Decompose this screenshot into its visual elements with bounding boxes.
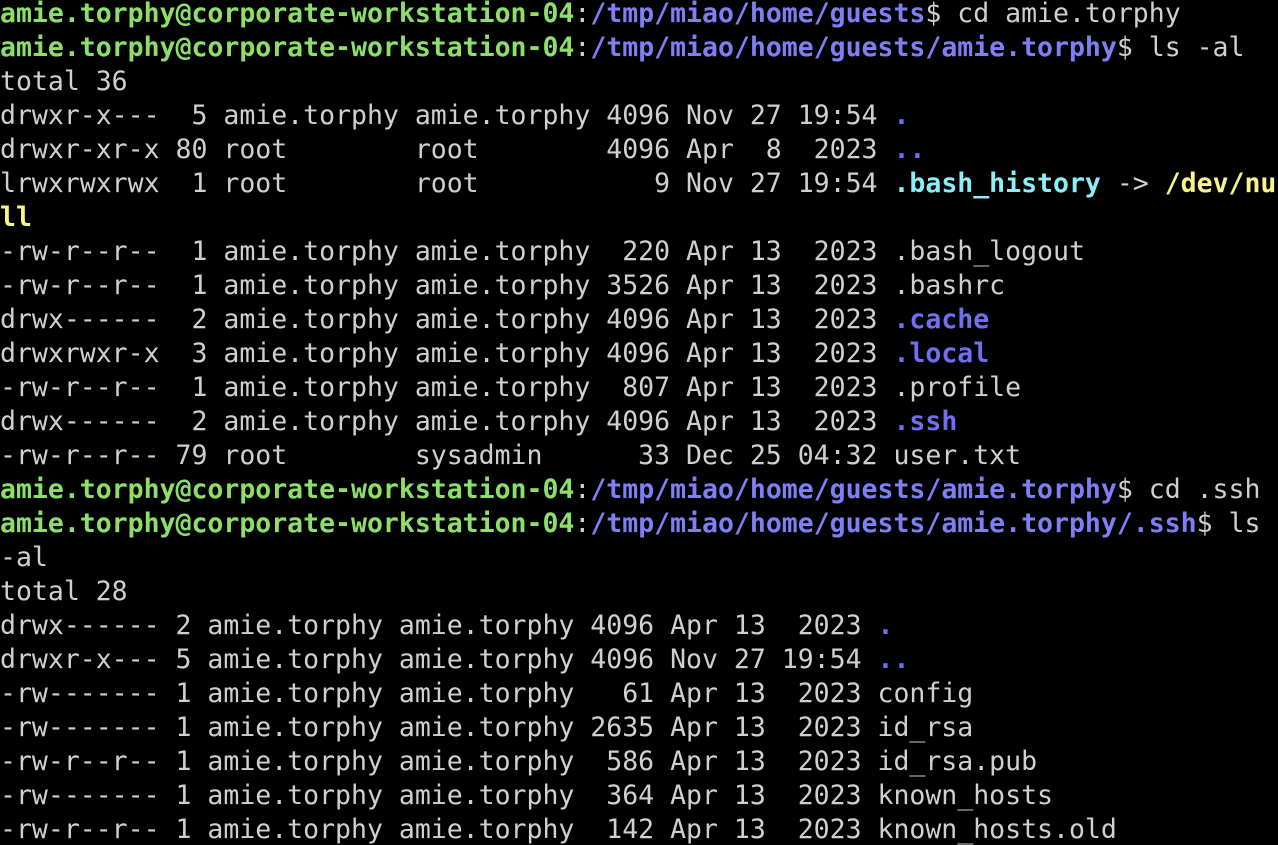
directory-name: .local [893, 338, 990, 369]
terminal-text: -rw-r--r-- 79 root sysadmin 33 Dec 25 04… [0, 440, 1022, 471]
terminal-text: -al [0, 542, 48, 573]
terminal-text: -> [1100, 168, 1165, 199]
symlink-name: .bash_history [893, 168, 1101, 199]
terminal-text: -rw------- 1 amie.torphy amie.torphy 61 … [0, 678, 974, 709]
prompt-path: /tmp/miao/home/guests/amie.torphy [590, 32, 1117, 63]
terminal-text: : [574, 508, 591, 539]
terminal-line: total 28 [0, 575, 1278, 609]
terminal-text: $ cd amie.torphy [925, 0, 1181, 29]
terminal-text: : [574, 32, 591, 63]
terminal-text: total 36 [0, 66, 128, 97]
terminal-text: drwxr-x--- 5 amie.torphy amie.torphy 409… [0, 100, 894, 131]
terminal-text: drwx------ 2 amie.torphy amie.torphy 409… [0, 610, 878, 641]
terminal-text: drwxrwxr-x 3 amie.torphy amie.torphy 409… [0, 338, 894, 369]
terminal-text: : [574, 474, 591, 505]
prompt-user-host: amie.torphy@corporate-workstation-04 [0, 0, 575, 29]
terminal-text: $ cd .ssh [1116, 474, 1261, 505]
directory-name: . [877, 610, 894, 641]
terminal-text: $ ls -al [1116, 32, 1245, 63]
terminal-line: -rw-r--r-- 1 amie.torphy amie.torphy 352… [0, 269, 1278, 303]
terminal-line: drwx------ 2 amie.torphy amie.torphy 409… [0, 303, 1278, 337]
directory-name: .. [877, 644, 910, 675]
symlink-target: ll [0, 202, 32, 233]
directory-name: . [893, 100, 910, 131]
terminal-line: drwxr-x--- 5 amie.torphy amie.torphy 409… [0, 99, 1278, 133]
terminal-line: drwx------ 2 amie.torphy amie.torphy 409… [0, 609, 1278, 643]
terminal-line: total 36 [0, 65, 1278, 99]
terminal-text: lrwxrwxrwx 1 root root 9 Nov 27 19:54 [0, 168, 894, 199]
prompt-path: /tmp/miao/home/guests/amie.torphy [590, 474, 1117, 505]
terminal-text: $ ls [1196, 508, 1261, 539]
terminal-line: amie.torphy@corporate-workstation-04:/tm… [0, 31, 1278, 65]
terminal-text: drwx------ 2 amie.torphy amie.torphy 409… [0, 304, 894, 335]
terminal-text: -rw------- 1 amie.torphy amie.torphy 263… [0, 712, 974, 743]
terminal-text: -rw-r--r-- 1 amie.torphy amie.torphy 352… [0, 270, 1006, 301]
directory-name: .ssh [893, 406, 958, 437]
terminal-line: drwxrwxr-x 3 amie.torphy amie.torphy 409… [0, 337, 1278, 371]
prompt-path: /tmp/miao/home/guests [590, 0, 926, 29]
terminal-line: -rw-r--r-- 79 root sysadmin 33 Dec 25 04… [0, 439, 1278, 473]
prompt-user-host: amie.torphy@corporate-workstation-04 [0, 474, 575, 505]
terminal-line: amie.torphy@corporate-workstation-04:/tm… [0, 507, 1278, 541]
terminal-line: amie.torphy@corporate-workstation-04:/tm… [0, 473, 1278, 507]
terminal-line: -rw-r--r-- 1 amie.torphy amie.torphy 586… [0, 745, 1278, 779]
terminal-text: -rw-r--r-- 1 amie.torphy amie.torphy 807… [0, 372, 1022, 403]
prompt-user-host: amie.torphy@corporate-workstation-04 [0, 32, 575, 63]
terminal-text: drwx------ 2 amie.torphy amie.torphy 409… [0, 406, 894, 437]
terminal-line: -rw-r--r-- 1 amie.torphy amie.torphy 220… [0, 235, 1278, 269]
prompt-path: /tmp/miao/home/guests/amie.torphy/.ssh [590, 508, 1197, 539]
terminal-text: : [574, 0, 591, 29]
terminal-line: -rw-r--r-- 1 amie.torphy amie.torphy 807… [0, 371, 1278, 405]
terminal-text: drwxr-xr-x 80 root root 4096 Apr 8 2023 [0, 134, 894, 165]
terminal-line: drwxr-xr-x 80 root root 4096 Apr 8 2023 … [0, 133, 1278, 167]
terminal-text: -rw------- 1 amie.torphy amie.torphy 364… [0, 780, 1053, 811]
terminal-text: total 28 [0, 576, 128, 607]
terminal-line: -al [0, 541, 1278, 575]
terminal-line: amie.torphy@corporate-workstation-04:/tm… [0, 0, 1278, 31]
prompt-user-host: amie.torphy@corporate-workstation-04 [0, 508, 575, 539]
terminal-line: drwxr-x--- 5 amie.torphy amie.torphy 409… [0, 643, 1278, 677]
terminal-line: -rw------- 1 amie.torphy amie.torphy 364… [0, 779, 1278, 813]
terminal-output[interactable]: amie.torphy@corporate-workstation-04:/tm… [0, 0, 1278, 845]
terminal-text: -rw-r--r-- 1 amie.torphy amie.torphy 220… [0, 236, 1085, 267]
terminal-line: ll [0, 201, 1278, 235]
directory-name: .cache [893, 304, 990, 335]
terminal-line: -rw------- 1 amie.torphy amie.torphy 263… [0, 711, 1278, 745]
symlink-target: /dev/nu [1164, 168, 1277, 199]
terminal-text: -rw-r--r-- 1 amie.torphy amie.torphy 142… [0, 814, 1117, 845]
terminal-text: drwxr-x--- 5 amie.torphy amie.torphy 409… [0, 644, 878, 675]
terminal-text: -rw-r--r-- 1 amie.torphy amie.torphy 586… [0, 746, 1038, 777]
terminal-line: -rw------- 1 amie.torphy amie.torphy 61 … [0, 677, 1278, 711]
directory-name: .. [893, 134, 926, 165]
terminal-line: -rw-r--r-- 1 amie.torphy amie.torphy 142… [0, 813, 1278, 845]
terminal-line: lrwxrwxrwx 1 root root 9 Nov 27 19:54 .b… [0, 167, 1278, 201]
terminal-line: drwx------ 2 amie.torphy amie.torphy 409… [0, 405, 1278, 439]
